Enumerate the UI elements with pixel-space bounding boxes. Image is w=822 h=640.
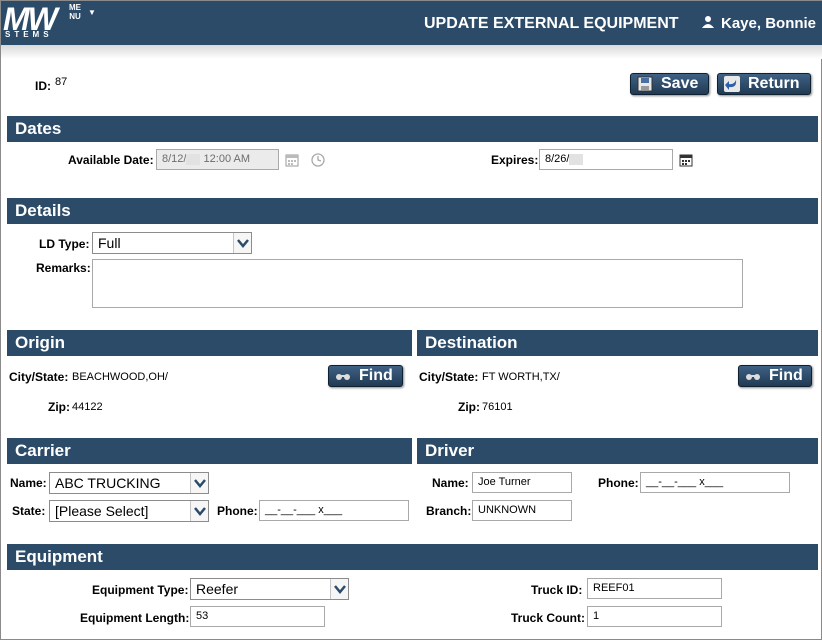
clock-icon[interactable] xyxy=(311,153,325,167)
save-label: Save xyxy=(661,75,699,92)
save-icon xyxy=(637,76,653,92)
ld-type-select[interactable]: Full xyxy=(92,232,252,254)
carrier-name-value: ABC TRUCKING xyxy=(55,475,161,491)
driver-phone-label: Phone: xyxy=(598,476,639,490)
origin-find-button[interactable]: Find xyxy=(328,365,403,387)
driver-branch-label: Branch: xyxy=(426,504,472,518)
origin-find-label: Find xyxy=(359,367,393,384)
redacted-block xyxy=(186,153,201,165)
expires-input[interactable]: 8/26/ xyxy=(539,149,673,170)
remarks-label: Remarks: xyxy=(36,261,91,275)
available-date-label: Available Date: xyxy=(68,153,154,167)
redacted-block xyxy=(569,153,584,165)
destination-city-label: City/State: xyxy=(419,370,479,384)
expires-value: 8/26/ xyxy=(545,153,570,165)
driver-name-input[interactable]: Joe Turner xyxy=(472,472,572,493)
ld-type-label: LD Type: xyxy=(39,237,90,251)
destination-zip-label: Zip: xyxy=(458,400,480,414)
chevron-down-icon[interactable] xyxy=(233,233,251,253)
driver-phone-input[interactable]: __-__-___ x___ xyxy=(640,472,790,493)
equipment-type-value: Reefer xyxy=(196,581,239,597)
driver-branch-input[interactable]: UNKNOWN xyxy=(472,500,572,521)
available-date-input: 8/12/ 12:00 AM xyxy=(156,149,279,170)
truck-count-label: Truck Count: xyxy=(511,611,585,625)
origin-zip-label: Zip: xyxy=(48,400,70,414)
return-label: Return xyxy=(748,75,800,92)
carrier-name-label: Name: xyxy=(10,476,47,490)
origin-city-label: City/State: xyxy=(9,370,69,384)
destination-zip-value: 76101 xyxy=(482,401,513,413)
truck-id-label: Truck ID: xyxy=(531,583,583,597)
save-button[interactable]: Save xyxy=(630,73,709,95)
equipment-section-header: Equipment xyxy=(7,544,818,570)
carrier-phone-label: Phone: xyxy=(217,504,258,518)
truck-count-input[interactable]: 1 xyxy=(587,606,722,627)
destination-find-label: Find xyxy=(769,367,803,384)
id-value: 87 xyxy=(55,76,68,88)
chevron-down-icon[interactable] xyxy=(190,501,208,521)
user-name[interactable]: Kaye, Bonnie xyxy=(721,15,816,32)
carrier-state-label: State: xyxy=(12,504,46,518)
destination-section-header: Destination xyxy=(417,330,818,356)
dates-section-header: Dates xyxy=(7,116,818,142)
app-header: MW STEMS MENU ▼ UPDATE EXTERNAL EQUIPMEN… xyxy=(1,1,822,45)
truck-id-input[interactable]: REEF01 xyxy=(587,578,722,599)
equipment-length-input[interactable]: 53 xyxy=(190,606,325,627)
origin-city-value: BEACHWOOD,OH/ xyxy=(72,371,168,383)
driver-name-label: Name: xyxy=(432,476,469,490)
origin-section-header: Origin xyxy=(7,330,412,356)
calendar-icon[interactable] xyxy=(679,153,693,167)
chevron-down-icon[interactable] xyxy=(190,473,208,493)
binoculars-icon xyxy=(746,374,760,380)
page-title: UPDATE EXTERNAL EQUIPMENT xyxy=(424,15,679,32)
equipment-type-label: Equipment Type: xyxy=(92,583,189,597)
user-icon[interactable] xyxy=(701,15,715,29)
details-section-header: Details xyxy=(7,198,818,224)
carrier-name-select[interactable]: ABC TRUCKING xyxy=(49,472,209,494)
menu-button[interactable]: MENU xyxy=(69,3,81,21)
carrier-state-select[interactable]: [Please Select] xyxy=(49,500,209,522)
ld-type-value: Full xyxy=(98,235,121,251)
return-button[interactable]: Return xyxy=(717,73,811,95)
chevron-down-icon[interactable] xyxy=(330,579,348,599)
driver-section-header: Driver xyxy=(417,438,818,464)
menu-caret-icon[interactable]: ▼ xyxy=(88,8,96,17)
destination-find-button[interactable]: Find xyxy=(738,365,812,387)
origin-zip-value: 44122 xyxy=(72,401,103,413)
binoculars-icon xyxy=(336,374,350,380)
return-icon xyxy=(724,76,740,92)
remarks-textarea[interactable] xyxy=(92,259,743,308)
destination-city-value: FT WORTH,TX/ xyxy=(482,371,560,383)
expires-label: Expires: xyxy=(491,153,539,167)
calendar-icon[interactable] xyxy=(285,153,299,167)
equipment-length-label: Equipment Length: xyxy=(80,611,190,625)
available-time-value: 12:00 AM xyxy=(203,153,251,165)
header-shadow xyxy=(1,45,822,59)
carrier-section-header: Carrier xyxy=(7,438,412,464)
equipment-type-select[interactable]: Reefer xyxy=(190,578,349,600)
id-label: ID: xyxy=(35,79,51,93)
app-logo-subtext: STEMS xyxy=(5,30,53,39)
carrier-state-value: [Please Select] xyxy=(55,503,149,519)
available-date-value: 8/12/ xyxy=(162,153,187,165)
carrier-phone-input[interactable]: __-__-___ x___ xyxy=(259,500,409,521)
